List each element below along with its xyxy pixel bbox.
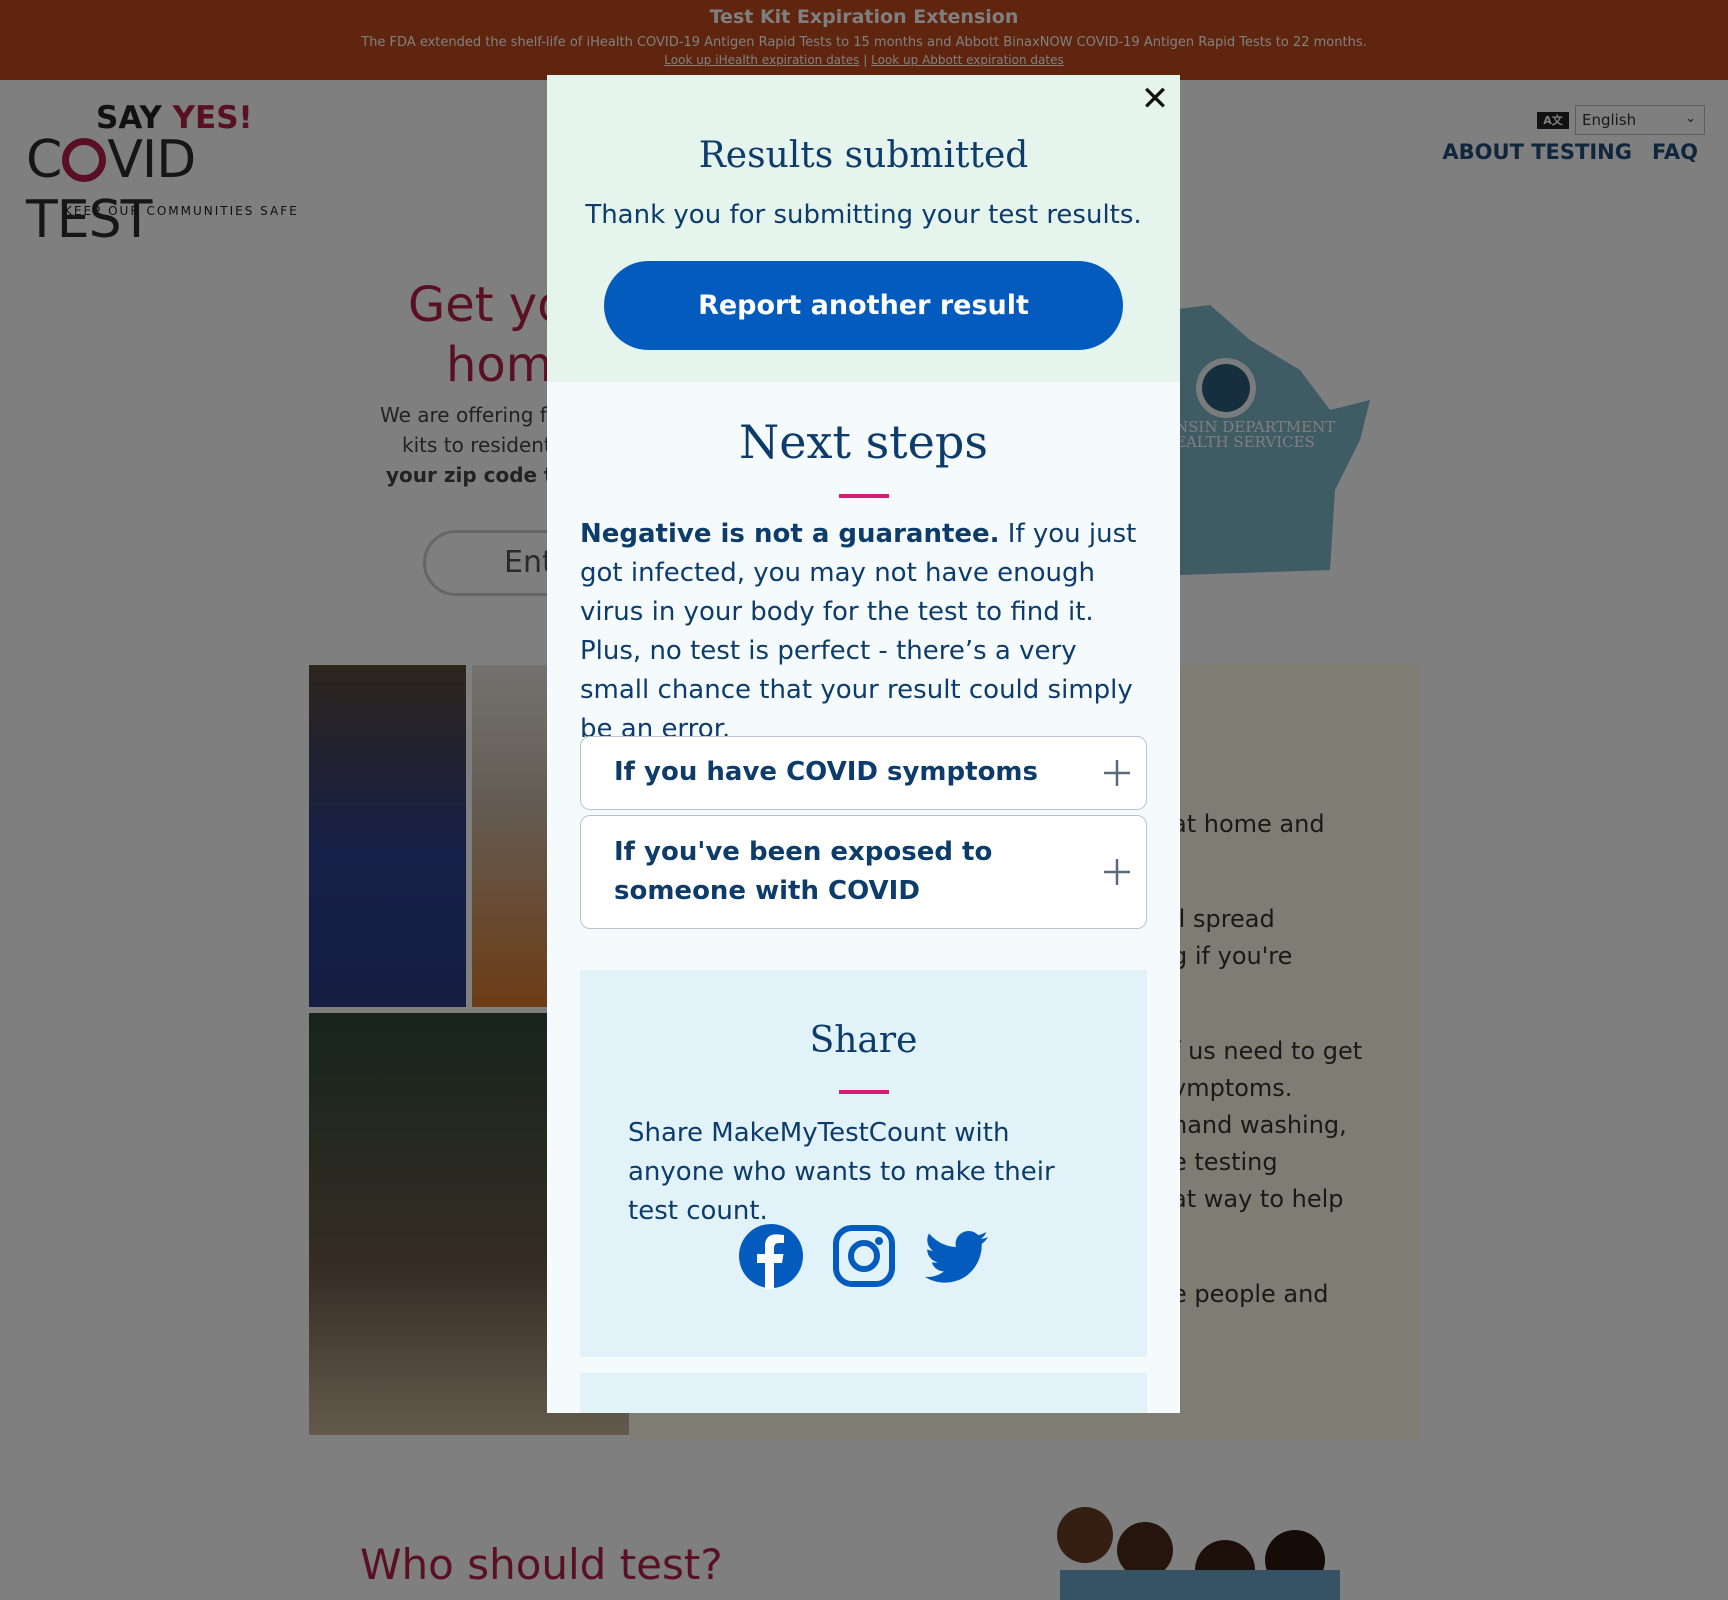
facebook-icon[interactable]	[738, 1223, 804, 1289]
report-another-result-button[interactable]: Report another result	[604, 261, 1123, 350]
accordion-label: If you have COVID symptoms	[614, 757, 1038, 787]
share-text: Share MakeMyTestCount with anyone who wa…	[628, 1118, 1055, 1226]
heading-rule	[839, 494, 889, 498]
share-section: Share Share MakeMyTestCount with anyone …	[580, 970, 1147, 1357]
heading-rule	[839, 1090, 889, 1094]
modal-header: ✕ Results submitted Thank you for submit…	[547, 75, 1180, 382]
page: Test Kit Expiration Extension The FDA ex…	[0, 0, 1728, 1600]
share-title: Share	[809, 1020, 918, 1061]
accordion-exposed[interactable]: If you've been exposed to someone with C…	[580, 815, 1147, 929]
accordion-label: If you've been exposed to someone with C…	[614, 837, 993, 906]
plus-icon	[1104, 859, 1130, 885]
results-modal: ✕ Results submitted Thank you for submit…	[547, 75, 1180, 1413]
twitter-icon[interactable]	[924, 1223, 990, 1289]
negative-disclaimer: Negative is not a guarantee. If you just…	[580, 519, 1137, 744]
close-icon[interactable]: ✕	[1140, 82, 1170, 116]
plus-icon	[1104, 760, 1130, 786]
accordion-covid-symptoms[interactable]: If you have COVID symptoms	[580, 736, 1147, 810]
modal-title: Results submitted	[698, 135, 1029, 176]
next-section	[580, 1373, 1147, 1413]
modal-subtitle: Thank you for submitting your test resul…	[585, 200, 1142, 230]
instagram-icon[interactable]	[831, 1223, 897, 1289]
next-steps-title: Next steps	[739, 415, 988, 469]
